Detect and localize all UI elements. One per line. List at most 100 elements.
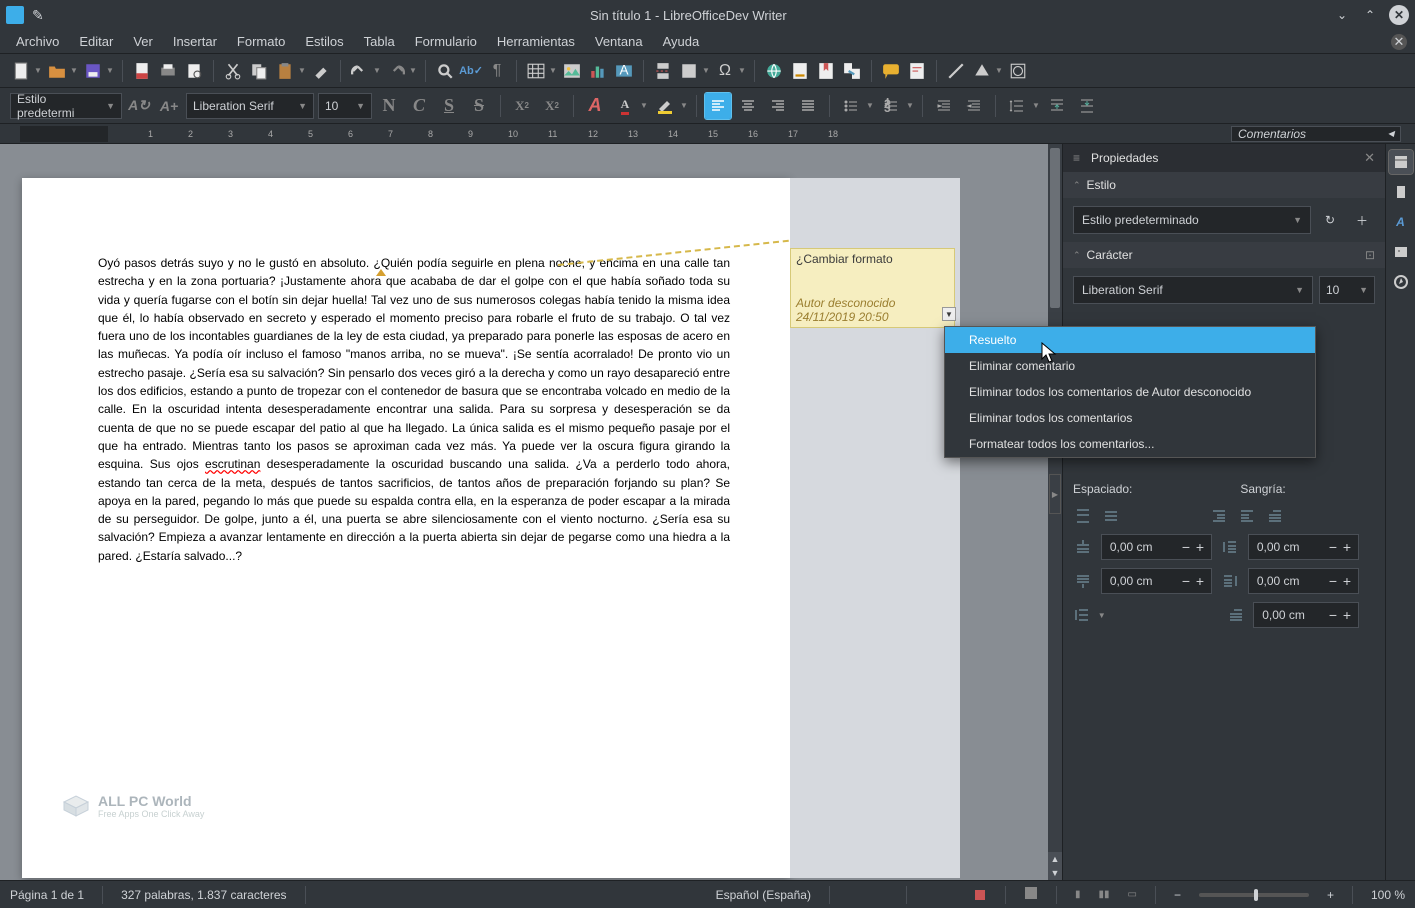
align-center-icon[interactable]	[735, 93, 761, 119]
footnote-icon[interactable]	[789, 60, 811, 82]
superscript-icon[interactable]: X2	[509, 93, 535, 119]
menu-ayuda[interactable]: Ayuda	[655, 32, 708, 51]
pin-icon[interactable]: ✎	[32, 7, 44, 24]
copy-icon[interactable]	[248, 60, 270, 82]
spacing-inc-icon[interactable]	[1073, 506, 1093, 526]
save-status-icon[interactable]	[1024, 886, 1038, 903]
sidebar-font-combo[interactable]: Liberation Serif▼	[1073, 276, 1313, 304]
print-preview-icon[interactable]	[183, 60, 205, 82]
dropdown-icon[interactable]: ▼	[738, 66, 746, 75]
maximize-button[interactable]: ⌃	[1361, 6, 1379, 24]
horizontal-ruler[interactable]: 123456789101112131415161718	[20, 126, 1231, 142]
increase-indent-icon[interactable]	[931, 93, 957, 119]
dropdown-icon[interactable]: ▼	[702, 66, 710, 75]
style-combo[interactable]: Estilo predeterminado▼	[1073, 206, 1311, 234]
space-below-spinner[interactable]: 0,00 cm−+	[1101, 568, 1212, 594]
page-break-icon[interactable]	[652, 60, 674, 82]
new-style-icon[interactable]: ＋	[1349, 207, 1375, 233]
dropdown-icon[interactable]: ▼	[106, 66, 114, 75]
decrease-indent-icon[interactable]	[961, 93, 987, 119]
comment-menu-button[interactable]: ▼	[942, 307, 956, 321]
menu-herramientas[interactable]: Herramientas	[489, 32, 583, 51]
spacing-dec-icon[interactable]	[1101, 506, 1121, 526]
close-button[interactable]: ✕	[1389, 5, 1409, 25]
menu-tabla[interactable]: Tabla	[356, 32, 403, 51]
open-icon[interactable]	[46, 60, 68, 82]
section-character-header[interactable]: ⌃Carácter⊡	[1063, 242, 1385, 268]
dropdown-icon[interactable]: ▼	[640, 101, 648, 110]
dropdown-icon[interactable]: ▼	[680, 101, 688, 110]
menu-archivo[interactable]: Archivo	[8, 32, 67, 51]
clear-format-icon[interactable]: A	[582, 93, 608, 119]
clone-format-icon[interactable]	[310, 60, 332, 82]
formatting-marks-icon[interactable]: ¶	[486, 60, 508, 82]
dropdown-icon[interactable]: ▼	[373, 66, 381, 75]
dropdown-icon[interactable]: ▼	[298, 66, 306, 75]
language-status[interactable]: Español (España)	[716, 888, 811, 902]
subscript-icon[interactable]: X2	[539, 93, 565, 119]
properties-tab-icon[interactable]	[1389, 150, 1413, 174]
insert-symbol-icon[interactable]: Ω	[714, 60, 736, 82]
cut-icon[interactable]	[222, 60, 244, 82]
scroll-up-icon[interactable]: ▲	[1048, 852, 1062, 866]
menu-ventana[interactable]: Ventana	[587, 32, 651, 51]
indent-right-spinner[interactable]: 0,00 cm−+	[1248, 568, 1359, 594]
cross-ref-icon[interactable]	[841, 60, 863, 82]
strikethrough-icon[interactable]: S	[466, 93, 492, 119]
indent-inc-icon[interactable]	[1209, 506, 1229, 526]
indent-left-spinner[interactable]: 0,00 cm−+	[1248, 534, 1359, 560]
ctx-resolved[interactable]: Resuelto	[945, 327, 1315, 353]
dropdown-icon[interactable]: ▼	[906, 101, 914, 110]
ctx-delete-comment[interactable]: Eliminar comentario	[945, 353, 1315, 379]
paragraph-style-combo[interactable]: Estilo predetermi▼	[10, 93, 122, 119]
insert-field-icon[interactable]	[678, 60, 700, 82]
word-count[interactable]: 327 palabras, 1.837 caracteres	[121, 888, 286, 902]
page[interactable]: Oyó pasos detrás suyo y no le gustó en a…	[22, 178, 790, 878]
update-style-icon[interactable]: A↻	[126, 93, 152, 119]
align-right-icon[interactable]	[765, 93, 791, 119]
menu-estilos[interactable]: Estilos	[297, 32, 351, 51]
space-above-spinner[interactable]: 0,00 cm−+	[1101, 534, 1212, 560]
comment-text[interactable]: ¿Cambiar formato	[796, 252, 949, 266]
panel-close-button[interactable]: ✕	[1364, 150, 1375, 166]
close-document-button[interactable]: ✕	[1391, 34, 1407, 50]
page-status[interactable]: Página 1 de 1	[10, 888, 84, 902]
dropdown-icon[interactable]: ▼	[409, 66, 417, 75]
new-icon[interactable]	[10, 60, 32, 82]
bookmark-icon[interactable]	[815, 60, 837, 82]
insert-textbox-icon[interactable]: A	[613, 60, 635, 82]
scroll-down-icon[interactable]: ▼	[1048, 866, 1062, 880]
underline-icon[interactable]: S	[436, 93, 462, 119]
insert-table-icon[interactable]	[525, 60, 547, 82]
font-color-icon[interactable]: A	[612, 93, 638, 119]
view-single-icon[interactable]: ▮	[1075, 889, 1081, 900]
update-style-icon[interactable]: ↻	[1317, 207, 1343, 233]
zoom-percent[interactable]: 100 %	[1371, 888, 1405, 902]
zoom-slider[interactable]	[1199, 893, 1309, 897]
signature-icon[interactable]	[973, 888, 987, 902]
indent-dec-icon[interactable]	[1237, 506, 1257, 526]
track-changes-icon[interactable]	[906, 60, 928, 82]
navigator-tab-icon[interactable]	[1389, 270, 1413, 294]
number-list-icon[interactable]: 123	[878, 93, 904, 119]
menu-formulario[interactable]: Formulario	[407, 32, 485, 51]
styles-tab-icon[interactable]: A	[1389, 210, 1413, 234]
view-multi-icon[interactable]: ▮▮	[1098, 889, 1109, 900]
menu-ver[interactable]: Ver	[125, 32, 161, 51]
export-pdf-icon[interactable]	[131, 60, 153, 82]
first-line-spinner[interactable]: 0,00 cm−+	[1253, 602, 1359, 628]
font-size-combo[interactable]: 10▼	[318, 93, 372, 119]
dropdown-icon[interactable]: ▼	[1032, 101, 1040, 110]
gallery-tab-icon[interactable]	[1389, 240, 1413, 264]
italic-icon[interactable]: C	[406, 93, 432, 119]
spelling-error[interactable]: escrutinan	[205, 457, 260, 471]
print-icon[interactable]	[157, 60, 179, 82]
dropdown-icon[interactable]: ▼	[34, 66, 42, 75]
zoom-out-icon[interactable]: −	[1174, 888, 1181, 902]
dropdown-icon[interactable]: ▼	[549, 66, 557, 75]
menu-insertar[interactable]: Insertar	[165, 32, 225, 51]
bold-icon[interactable]: N	[376, 93, 402, 119]
minimize-button[interactable]: ⌄	[1333, 6, 1351, 24]
document-area[interactable]: Oyó pasos detrás suyo y no le gustó en a…	[0, 144, 1062, 880]
menu-formato[interactable]: Formato	[229, 32, 293, 51]
